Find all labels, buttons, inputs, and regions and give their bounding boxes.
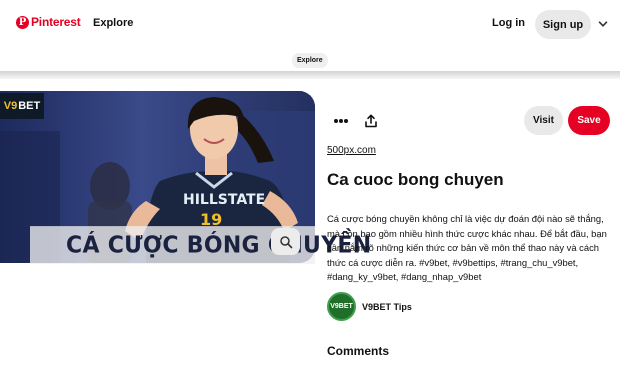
- chevron-down-icon[interactable]: [597, 18, 609, 30]
- visual-search-button[interactable]: [271, 228, 300, 255]
- v9bet-logo-prefix: V9: [3, 100, 18, 112]
- jersey-text: HILLSTATE: [183, 192, 265, 208]
- pinterest-logo[interactable]: P Pinterest: [16, 15, 81, 29]
- share-icon: [365, 114, 377, 128]
- creator-name[interactable]: V9BET Tips: [362, 302, 412, 312]
- avatar[interactable]: V9BET: [327, 292, 356, 321]
- v9bet-logo-suffix: BET: [18, 100, 41, 112]
- login-button[interactable]: Log in: [492, 17, 525, 29]
- breadcrumb-explore[interactable]: Explore: [292, 53, 328, 68]
- brand-name: Pinterest: [31, 15, 81, 29]
- signup-button[interactable]: Sign up: [535, 10, 591, 39]
- comments-heading: Comments: [327, 344, 390, 358]
- save-button[interactable]: Save: [568, 106, 610, 135]
- nav-explore-link[interactable]: Explore: [93, 17, 133, 29]
- creator-profile[interactable]: V9BET V9BET Tips: [327, 292, 412, 321]
- pin-description: Cá cược bóng chuyền không chỉ là việc dự…: [327, 213, 607, 283]
- more-icon: [334, 119, 348, 123]
- source-link[interactable]: 500px.com: [327, 145, 376, 156]
- pinterest-logo-icon: P: [16, 15, 29, 29]
- top-header: P Pinterest Explore Log in Sign up: [0, 0, 620, 48]
- visual-search-icon: [279, 235, 292, 248]
- header-divider: [0, 71, 620, 79]
- more-options-button[interactable]: [330, 110, 352, 132]
- v9bet-logo: V9 BET: [0, 93, 44, 119]
- visit-button[interactable]: Visit: [524, 106, 563, 135]
- pin-title: Ca cuoc bong chuyen: [327, 170, 504, 189]
- share-button[interactable]: [360, 110, 382, 132]
